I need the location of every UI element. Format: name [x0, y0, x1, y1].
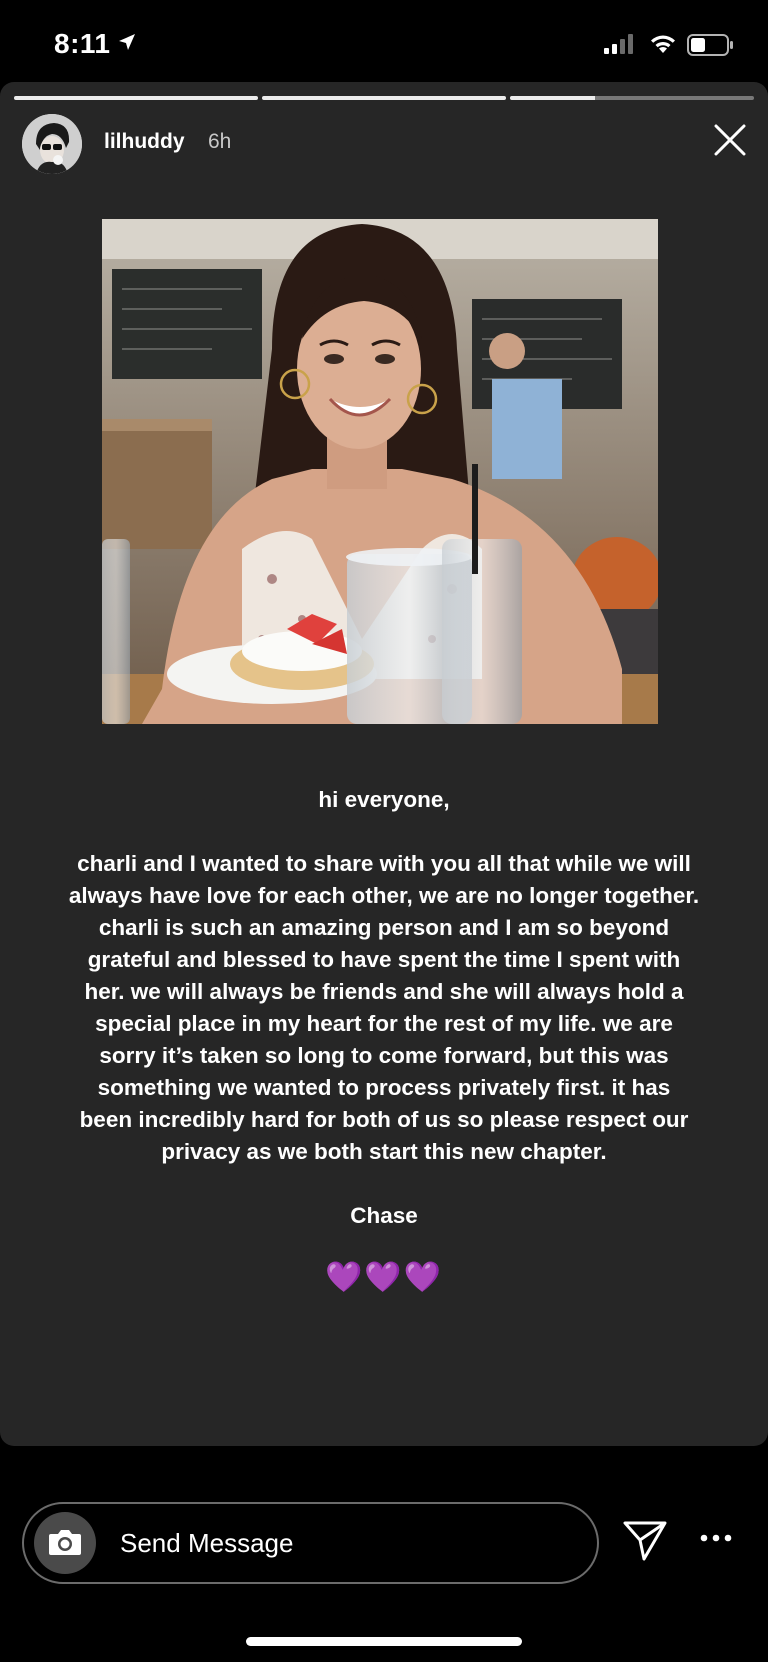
story-time-ago: 6h: [208, 130, 232, 153]
caption-line: something we wanted to process privately…: [97, 1075, 671, 1100]
avatar[interactable]: [22, 114, 82, 174]
caption-line: always have love for each other, we are …: [68, 883, 700, 908]
story-card[interactable]: lilhuddy 6h hi everyone, charli and I wa…: [0, 82, 768, 1446]
story-progress: [14, 96, 754, 100]
progress-fill: [14, 96, 258, 100]
caption-line: charli is such an amazing person and I a…: [98, 915, 670, 940]
purple-hearts: 💜💜💜: [324, 1261, 444, 1294]
caption-line: her. we will always be friends and she w…: [84, 979, 684, 1004]
status-bar: 8:11: [0, 0, 768, 82]
avatar-image: [22, 114, 82, 174]
home-indicator[interactable]: [246, 1637, 522, 1646]
caption-line: sorry it’s taken so long to come forward…: [99, 1043, 669, 1068]
cellular-signal-icon: [604, 34, 633, 54]
caption-body: charli and I wanted to share with you al…: [18, 848, 750, 1168]
more-dots-icon[interactable]: [699, 1532, 733, 1544]
progress-segment: [510, 96, 754, 100]
story-caption: hi everyone, charli and I wanted to shar…: [18, 784, 750, 1296]
caption-line: grateful and blessed to have spent the t…: [87, 947, 681, 972]
caption-greeting: hi everyone,: [318, 787, 450, 812]
caption-signoff: Chase: [350, 1203, 418, 1228]
caption-line: charli and I wanted to share with you al…: [77, 851, 691, 876]
caption-line: been incredibly hard for both of us so p…: [79, 1107, 689, 1132]
battery-icon: [687, 34, 733, 56]
progress-fill: [510, 96, 596, 100]
wifi-icon: [651, 35, 675, 53]
progress-segment: [262, 96, 506, 100]
story-username[interactable]: lilhuddy: [104, 130, 185, 154]
paper-plane-icon[interactable]: [622, 1520, 668, 1562]
send-message-input[interactable]: [120, 1504, 580, 1582]
caption-line: special place in my heart for the rest o…: [95, 1011, 673, 1036]
close-icon[interactable]: [710, 120, 750, 160]
progress-segment: [14, 96, 258, 100]
camera-icon: [49, 1530, 81, 1555]
message-composer: [22, 1502, 599, 1584]
camera-button[interactable]: [34, 1512, 96, 1574]
location-arrow-icon: [119, 34, 135, 50]
status-time: 8:11: [54, 28, 111, 59]
caption-line: privacy as we both start this new chapte…: [161, 1139, 607, 1164]
progress-fill: [262, 96, 506, 100]
story-photo: [102, 219, 658, 724]
photo-illustration: [102, 219, 658, 724]
